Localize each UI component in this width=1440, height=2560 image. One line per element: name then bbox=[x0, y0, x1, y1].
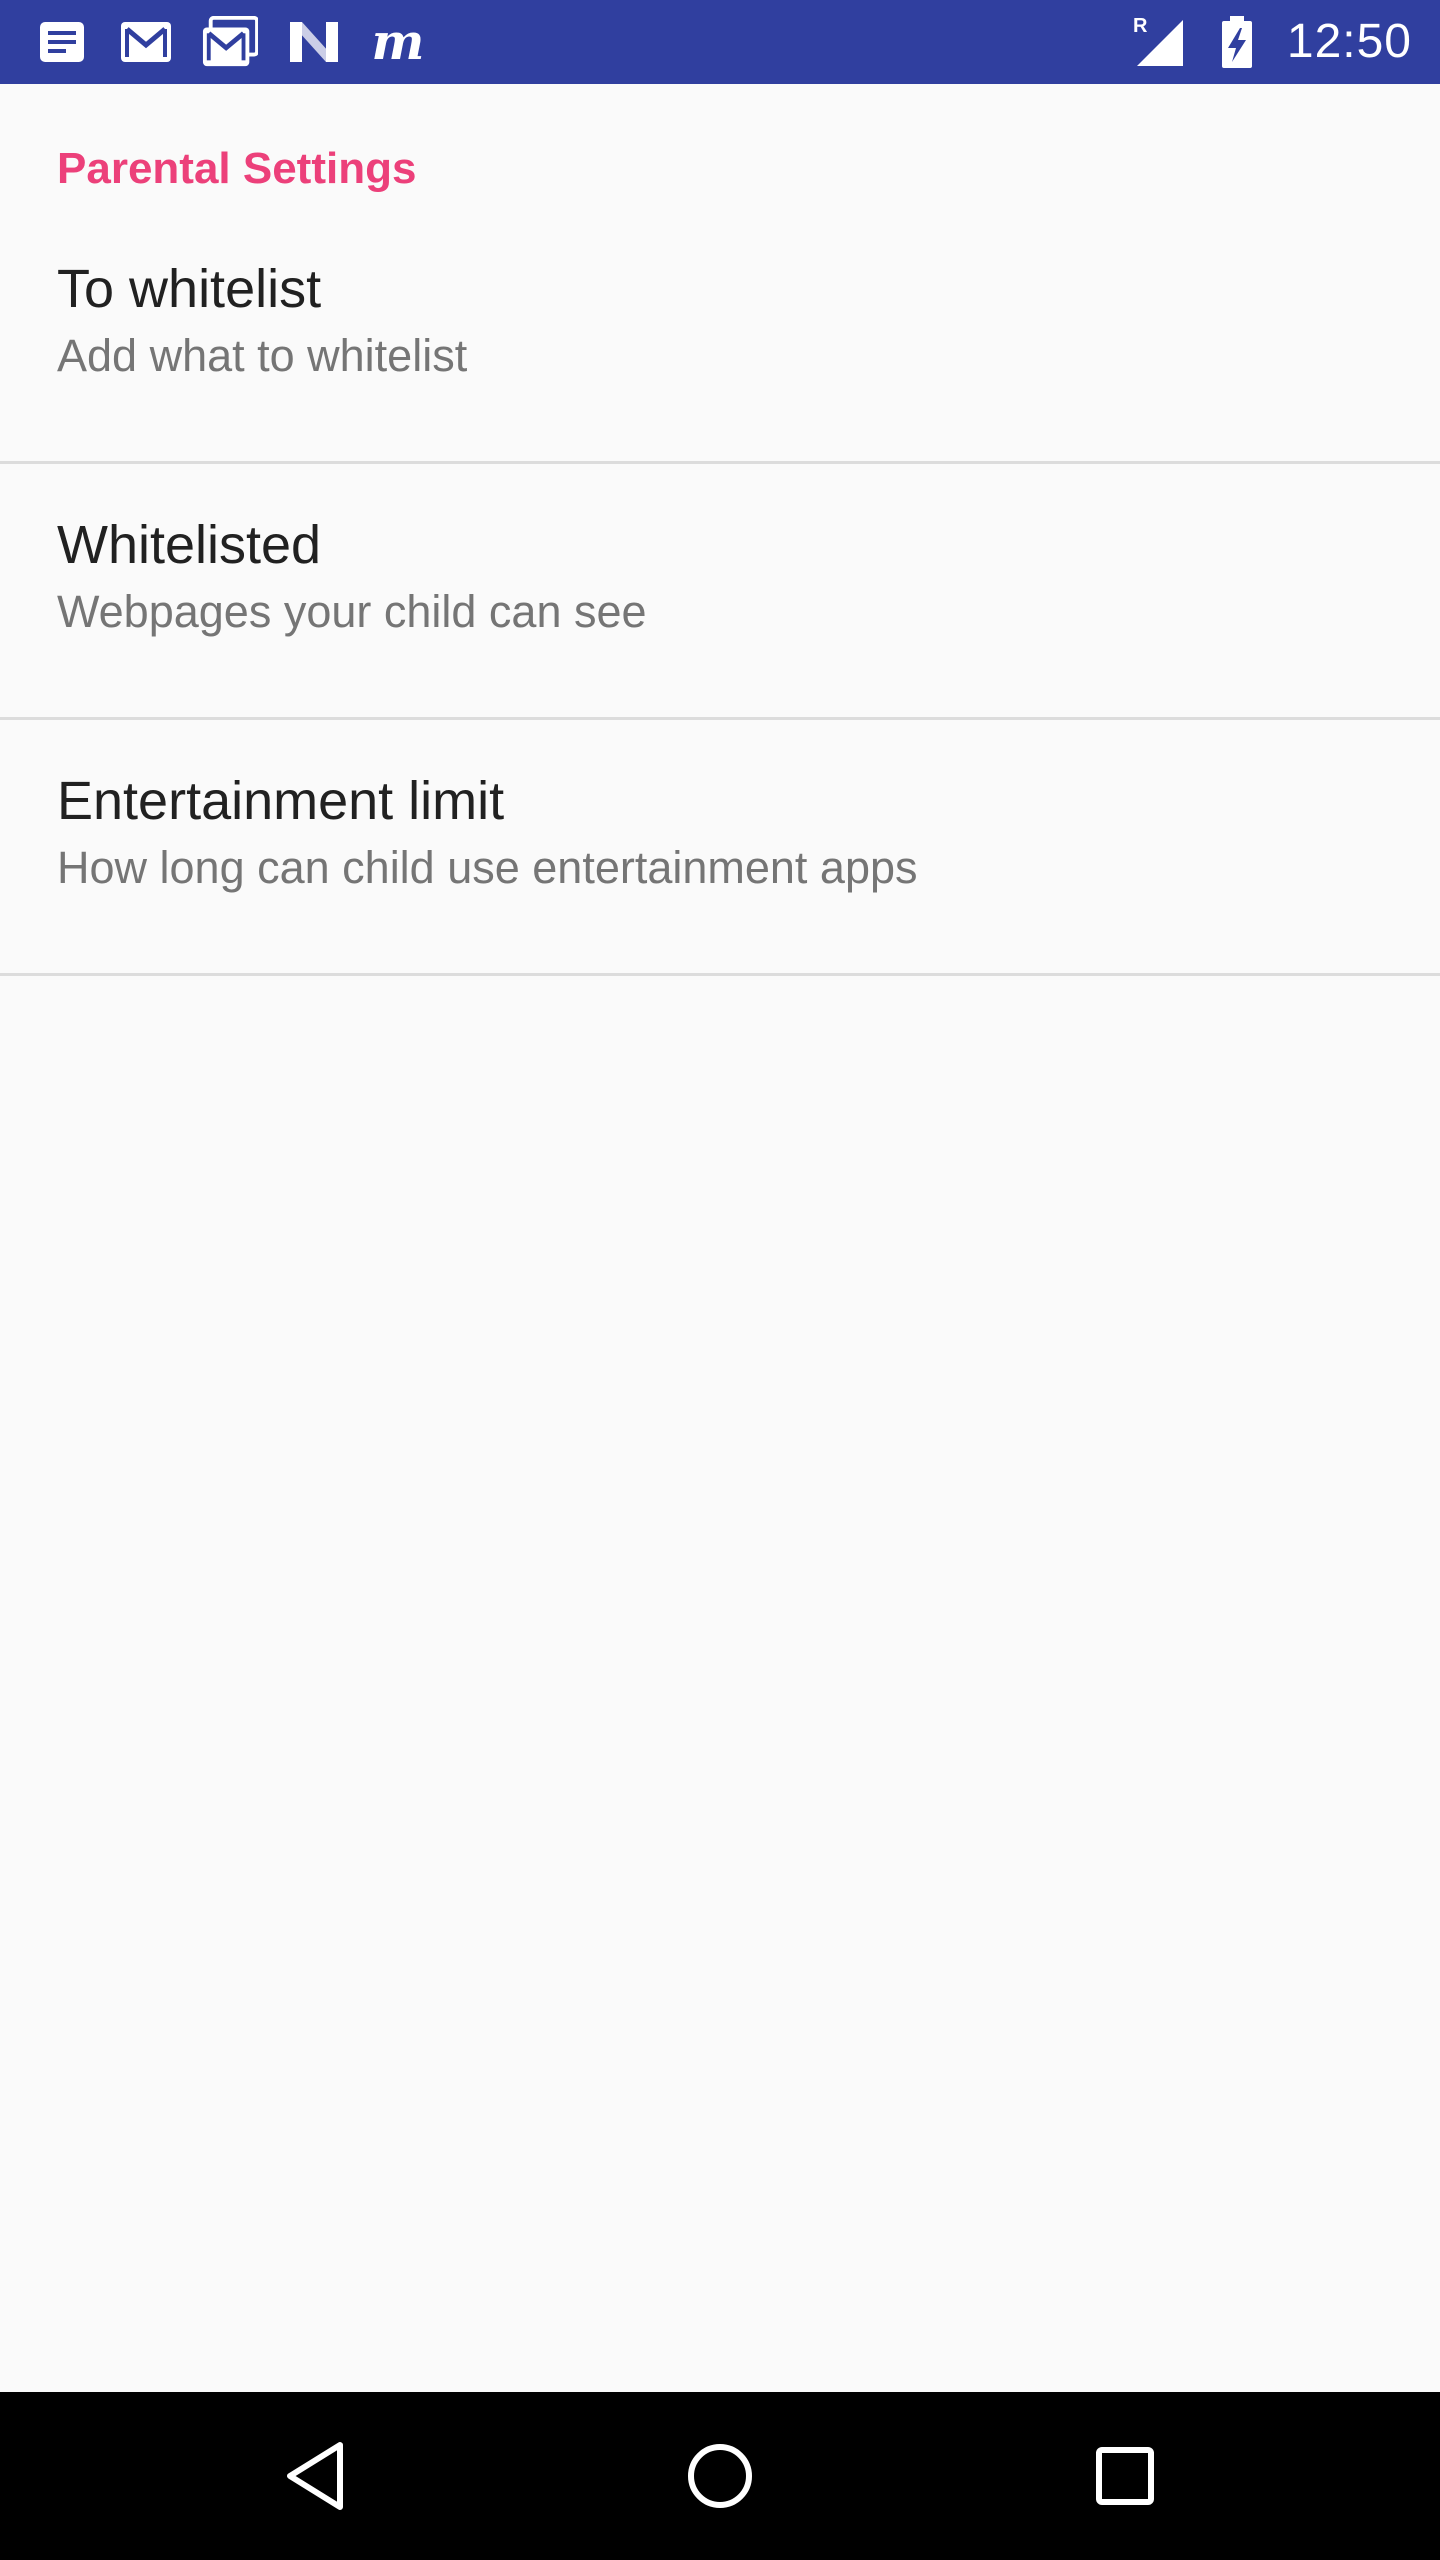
status-time: 12:50 bbox=[1286, 15, 1412, 68]
n-logo-icon bbox=[286, 14, 342, 70]
home-button[interactable] bbox=[680, 2436, 760, 2516]
setting-summary: Add what to whitelist bbox=[57, 330, 468, 381]
recents-icon bbox=[1096, 2447, 1154, 2505]
setting-title: Whitelisted bbox=[57, 515, 322, 575]
setting-summary: Webpages your child can see bbox=[57, 586, 647, 637]
svg-text:R: R bbox=[1133, 15, 1148, 37]
setting-title: Entertainment limit bbox=[57, 771, 505, 831]
setting-to-whitelist[interactable]: To whitelist Add what to whitelist bbox=[0, 208, 1440, 464]
system-status: R 12:50 bbox=[1131, 14, 1412, 70]
gmail-icon bbox=[118, 14, 174, 70]
setting-whitelisted[interactable]: Whitelisted Webpages your child can see bbox=[0, 464, 1440, 720]
setting-entertainment-limit[interactable]: Entertainment limit How long can child u… bbox=[0, 720, 1440, 976]
news-icon bbox=[34, 14, 90, 70]
section-header: Parental Settings bbox=[0, 84, 1440, 208]
section-title: Parental Settings bbox=[57, 144, 417, 193]
status-bar: m R 12:50 bbox=[0, 0, 1440, 84]
recents-button[interactable] bbox=[1085, 2436, 1165, 2516]
gmail-stacked-icon bbox=[202, 14, 258, 70]
signal-icon: R bbox=[1131, 14, 1187, 70]
home-icon bbox=[688, 2444, 752, 2508]
back-button[interactable] bbox=[276, 2436, 356, 2516]
notification-icons: m bbox=[34, 14, 426, 70]
settings-list: Parental Settings To whitelist Add what … bbox=[0, 84, 1440, 976]
setting-title: To whitelist bbox=[57, 259, 322, 319]
navigation-bar bbox=[0, 2392, 1440, 2560]
battery-charging-icon bbox=[1209, 14, 1265, 70]
m-logo-icon: m bbox=[371, 12, 425, 71]
back-icon bbox=[287, 2442, 343, 2510]
setting-summary: How long can child use entertainment app… bbox=[57, 842, 918, 893]
